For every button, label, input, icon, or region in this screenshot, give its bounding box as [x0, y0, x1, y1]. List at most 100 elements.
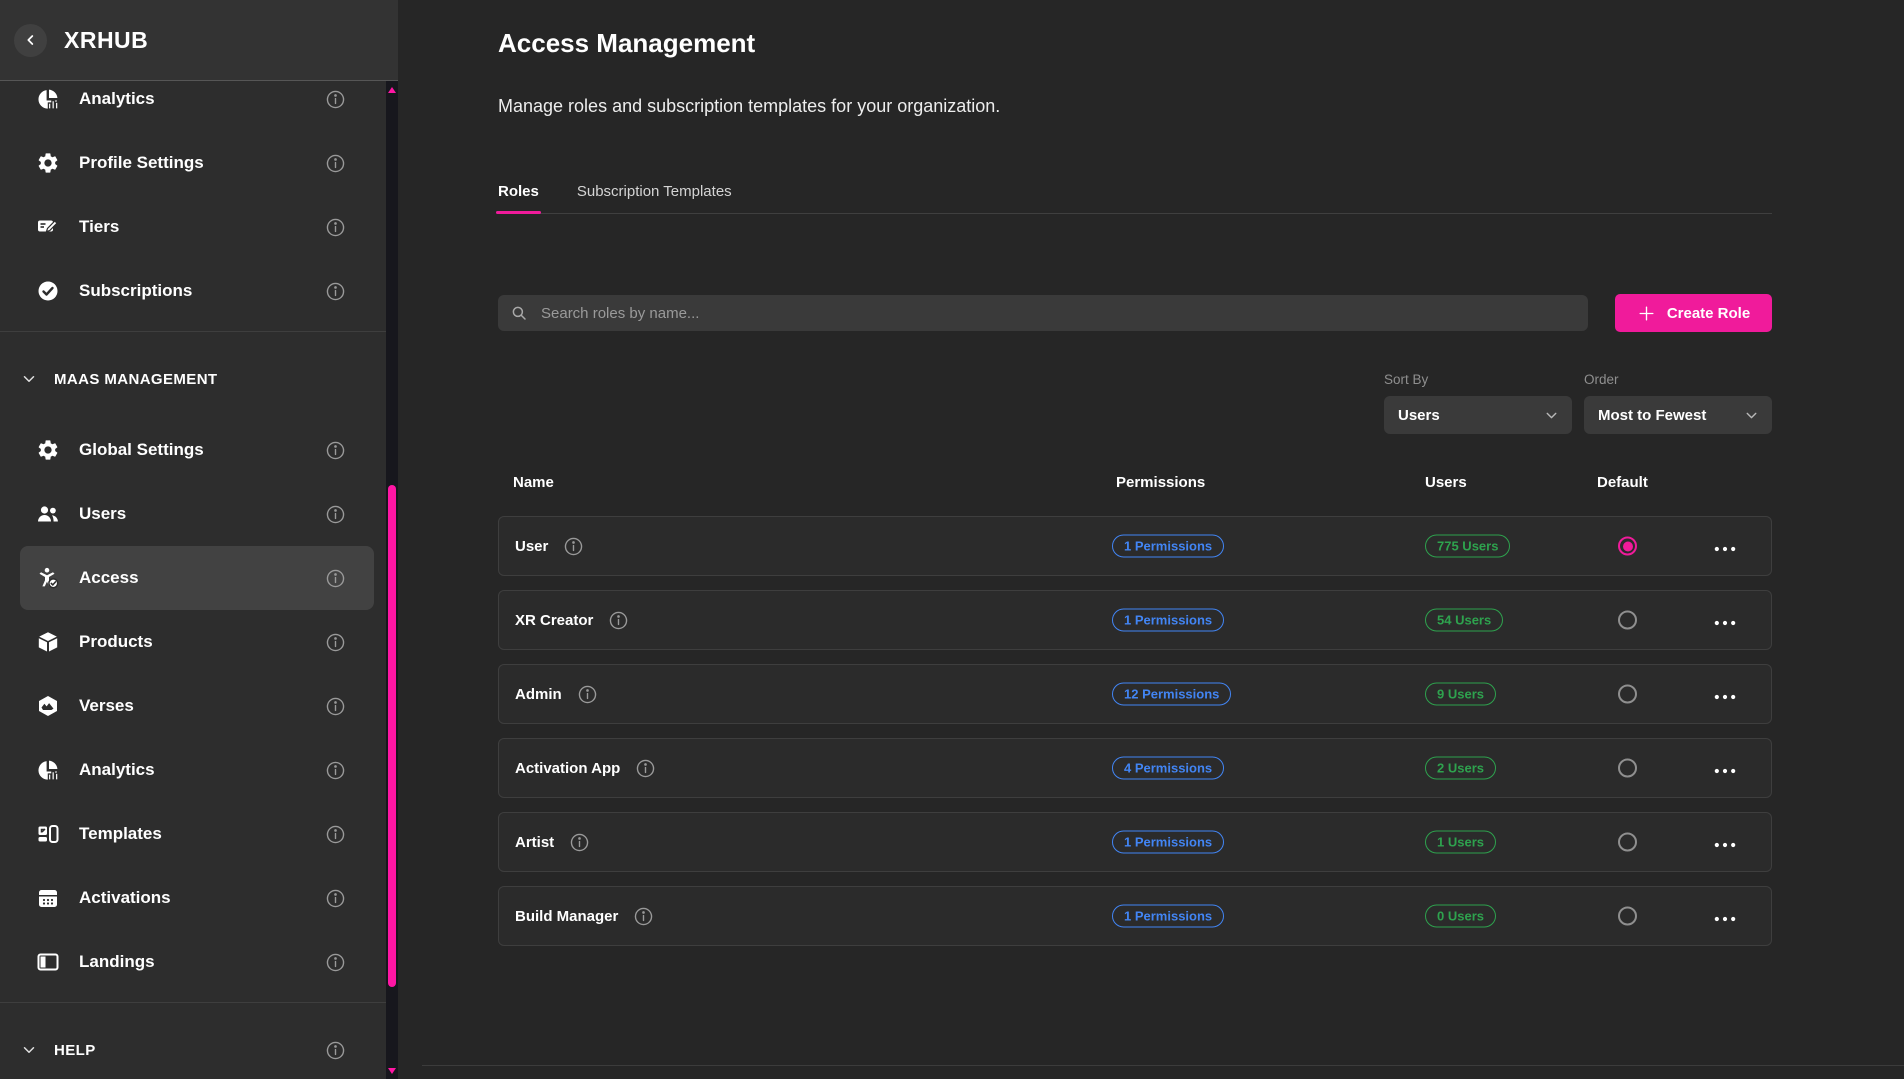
sidebar-item-subscriptions[interactable]: Subscriptions [0, 259, 398, 323]
ellipsis-icon [1711, 535, 1739, 563]
info-icon[interactable] [325, 760, 346, 781]
info-icon[interactable] [325, 217, 346, 238]
permissions-badge: 1 Permissions [1112, 831, 1224, 854]
sidebar-item-label: Verses [79, 696, 134, 716]
sidebar-item-analytics[interactable]: Analytics [0, 67, 398, 131]
order-value: Most to Fewest [1598, 407, 1706, 424]
info-icon[interactable] [633, 906, 654, 927]
info-icon[interactable] [635, 758, 656, 779]
role-name-cell: User [515, 517, 584, 575]
info-icon[interactable] [325, 568, 346, 589]
users-badge: 2 Users [1425, 757, 1496, 780]
sidebar-item-analytics[interactable]: Analytics [0, 738, 398, 802]
sidebar-item-landings[interactable]: Landings [0, 930, 398, 994]
row-menu-button[interactable] [1711, 683, 1739, 705]
sidebar-item-tiers[interactable]: Tiers [0, 195, 398, 259]
users-badge: 0 Users [1425, 905, 1496, 928]
sidebar-item-access[interactable]: Access [20, 546, 374, 610]
users-badge: 54 Users [1425, 609, 1503, 632]
ellipsis-icon [1711, 831, 1739, 859]
info-icon[interactable] [325, 89, 346, 110]
info-icon[interactable] [577, 684, 598, 705]
sidebar-item-templates[interactable]: Templates [0, 802, 398, 866]
sidebar-item-users[interactable]: Users [0, 482, 398, 546]
info-icon[interactable] [325, 1040, 346, 1061]
sidebar-item-label: Users [79, 504, 126, 524]
tab-subscription-templates[interactable]: Subscription Templates [577, 183, 732, 213]
templates-icon [36, 822, 60, 846]
sidebar-item-products[interactable]: Products [0, 610, 398, 674]
scroll-down-arrow-icon[interactable] [388, 1068, 396, 1074]
sidebar-item-label: Templates [79, 824, 162, 844]
sidebar-scrollbar[interactable] [386, 81, 398, 1079]
sidebar-item-verses[interactable]: Verses [0, 674, 398, 738]
default-radio[interactable] [1618, 907, 1637, 926]
sidebar-item-global-settings[interactable]: Global Settings [0, 418, 398, 482]
permissions-cell: 4 Permissions [1112, 757, 1224, 780]
chevron-down-icon [20, 370, 38, 388]
default-radio[interactable] [1618, 833, 1637, 852]
chevron-left-icon [23, 32, 39, 48]
permissions-badge: 12 Permissions [1112, 683, 1231, 706]
info-icon[interactable] [325, 440, 346, 461]
sidebar-section-divider [0, 331, 398, 332]
subscriptions-icon [36, 279, 60, 303]
search-input[interactable] [539, 304, 1576, 323]
column-header-name: Name [513, 474, 554, 491]
sidebar-section-divider [0, 1002, 398, 1003]
role-row-admin: Admin12 Permissions9 Users [498, 664, 1772, 724]
sidebar-item-profile-settings[interactable]: Profile Settings [0, 131, 398, 195]
info-icon[interactable] [569, 832, 590, 853]
users-badge: 775 Users [1425, 535, 1510, 558]
ellipsis-icon [1711, 757, 1739, 785]
info-icon[interactable] [325, 888, 346, 909]
role-row-artist: Artist1 Permissions1 Users [498, 812, 1772, 872]
row-menu-button[interactable] [1711, 831, 1739, 853]
sort-by-dropdown[interactable]: Users [1384, 396, 1572, 434]
ellipsis-icon [1711, 609, 1739, 637]
role-row-xr-creator: XR Creator1 Permissions54 Users [498, 590, 1772, 650]
info-icon[interactable] [325, 632, 346, 653]
info-icon[interactable] [325, 153, 346, 174]
back-button[interactable] [14, 24, 47, 57]
analytics-icon [36, 87, 60, 111]
sidebar-item-label: Products [79, 632, 153, 652]
order-dropdown[interactable]: Most to Fewest [1584, 396, 1772, 434]
info-icon[interactable] [563, 536, 584, 557]
role-row-build-manager: Build Manager1 Permissions0 Users [498, 886, 1772, 946]
default-radio[interactable] [1618, 759, 1637, 778]
sidebar-section-maas-management[interactable]: MAAS MANAGEMENT [0, 340, 398, 418]
default-radio[interactable] [1618, 685, 1637, 704]
info-icon[interactable] [325, 281, 346, 302]
page-subtitle: Manage roles and subscription templates … [498, 96, 1772, 117]
info-icon[interactable] [608, 610, 629, 631]
toolbar: Create Role [498, 294, 1772, 332]
create-role-button[interactable]: Create Role [1615, 294, 1772, 332]
column-header-permissions: Permissions [1116, 474, 1205, 491]
tab-roles[interactable]: Roles [498, 183, 539, 213]
sidebar-item-activations[interactable]: Activations [0, 866, 398, 930]
row-menu-button[interactable] [1711, 535, 1739, 557]
default-radio[interactable] [1618, 537, 1637, 556]
row-menu-button[interactable] [1711, 905, 1739, 927]
users-cell: 54 Users [1425, 609, 1503, 632]
role-name: Activation App [515, 760, 620, 777]
scroll-up-arrow-icon[interactable] [388, 87, 396, 93]
sidebar-section-help[interactable]: HELP [0, 1011, 398, 1079]
default-radio[interactable] [1618, 611, 1637, 630]
search-box[interactable] [498, 295, 1588, 331]
info-icon[interactable] [325, 824, 346, 845]
section-label: MAAS MANAGEMENT [54, 371, 218, 388]
scrollbar-thumb[interactable] [388, 485, 396, 987]
row-menu-button[interactable] [1711, 757, 1739, 779]
info-icon[interactable] [325, 696, 346, 717]
order-group: Order Most to Fewest [1584, 372, 1772, 434]
row-menu-button[interactable] [1711, 609, 1739, 631]
default-cell [1618, 907, 1637, 926]
sidebar-item-label: Global Settings [79, 440, 204, 460]
info-icon[interactable] [325, 952, 346, 973]
info-icon[interactable] [325, 504, 346, 525]
sidebar-item-label: Subscriptions [79, 281, 192, 301]
permissions-badge: 1 Permissions [1112, 535, 1224, 558]
sort-by-value: Users [1398, 407, 1440, 424]
